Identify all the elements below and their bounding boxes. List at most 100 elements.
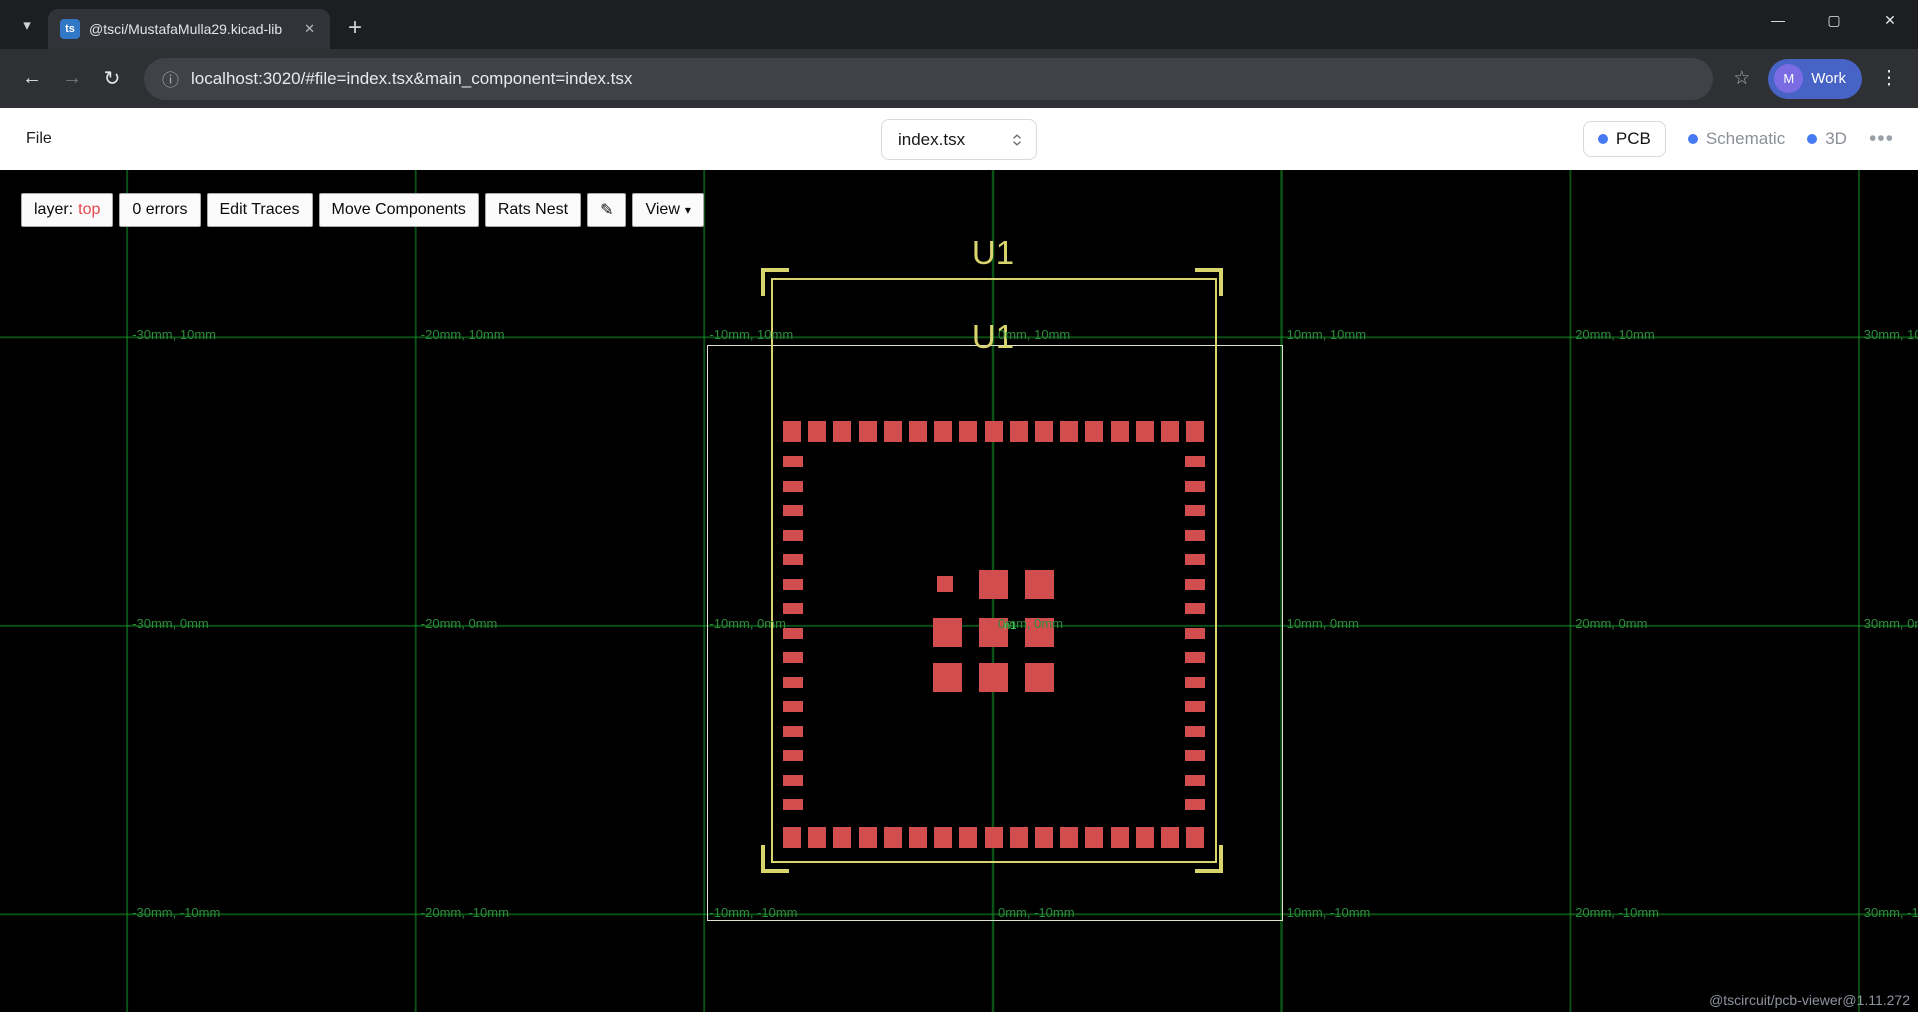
pcb-pad[interactable] bbox=[933, 618, 962, 647]
pcb-pad[interactable] bbox=[1185, 628, 1205, 639]
browser-menu-icon[interactable]: ⋮ bbox=[1874, 67, 1904, 90]
pcb-pad[interactable] bbox=[1186, 827, 1204, 848]
pcb-pad[interactable] bbox=[783, 652, 803, 663]
pcb-pad[interactable] bbox=[1161, 421, 1179, 442]
pcb-pad[interactable] bbox=[783, 750, 803, 761]
pcb-pad[interactable] bbox=[783, 421, 801, 442]
pcb-pad[interactable] bbox=[833, 421, 851, 442]
edit-traces-button[interactable]: Edit Traces bbox=[207, 193, 313, 227]
file-menu[interactable]: File bbox=[26, 130, 52, 148]
site-info-icon[interactable]: ⓘ bbox=[162, 66, 179, 91]
address-bar[interactable]: ⓘ localhost:3020/#file=index.tsx&main_co… bbox=[144, 58, 1713, 100]
pcb-pad[interactable] bbox=[1161, 827, 1179, 848]
back-button[interactable]: ← bbox=[14, 61, 50, 97]
close-button[interactable]: ✕ bbox=[1862, 0, 1918, 40]
pcb-pad[interactable] bbox=[1185, 481, 1205, 492]
pcb-pad[interactable] bbox=[783, 775, 803, 786]
pcb-pad[interactable] bbox=[1185, 726, 1205, 737]
pcb-pad[interactable] bbox=[783, 603, 803, 614]
pcb-pad[interactable] bbox=[808, 827, 826, 848]
bookmark-star-icon[interactable]: ☆ bbox=[1733, 67, 1750, 90]
pcb-pad[interactable] bbox=[783, 677, 803, 688]
pcb-pad[interactable] bbox=[1136, 827, 1154, 848]
minimize-button[interactable]: — bbox=[1750, 0, 1806, 40]
more-options-button[interactable]: ••• bbox=[1869, 127, 1894, 151]
pcb-pad[interactable] bbox=[1185, 456, 1205, 467]
pcb-pad[interactable] bbox=[833, 827, 851, 848]
pcb-pad[interactable] bbox=[783, 799, 803, 810]
pcb-pad[interactable] bbox=[808, 421, 826, 442]
pcb-pad[interactable] bbox=[1186, 421, 1204, 442]
browser-tab[interactable]: ts @tsci/MustafaMulla29.kicad-lib ✕ bbox=[48, 9, 330, 49]
pcb-pad[interactable] bbox=[1025, 663, 1054, 692]
pcb-pad[interactable] bbox=[979, 663, 1008, 692]
pcb-pad[interactable] bbox=[783, 554, 803, 565]
pcb-pad[interactable] bbox=[933, 663, 962, 692]
pcb-pad[interactable] bbox=[1185, 677, 1205, 688]
pcb-pad[interactable] bbox=[783, 530, 803, 541]
pcb-pad[interactable] bbox=[1185, 530, 1205, 541]
pcb-pad[interactable] bbox=[783, 481, 803, 492]
pcb-pad[interactable] bbox=[859, 827, 877, 848]
pcb-pad[interactable] bbox=[1035, 827, 1053, 848]
pcb-pad[interactable] bbox=[1111, 827, 1129, 848]
pcb-pad[interactable] bbox=[783, 505, 803, 516]
pcb-pad[interactable] bbox=[1085, 421, 1103, 442]
reload-button[interactable]: ↻ bbox=[94, 61, 130, 97]
pcb-pad[interactable] bbox=[1185, 554, 1205, 565]
pcb-pad[interactable] bbox=[1185, 603, 1205, 614]
pcb-pad[interactable] bbox=[937, 576, 953, 592]
tab-pcb[interactable]: PCB bbox=[1583, 121, 1666, 157]
pcb-pad[interactable] bbox=[979, 570, 1008, 599]
pcb-pad[interactable] bbox=[1185, 701, 1205, 712]
component-select[interactable]: index.tsx bbox=[881, 119, 1037, 160]
new-tab-button[interactable]: + bbox=[338, 11, 372, 45]
pcb-pad[interactable] bbox=[1025, 570, 1054, 599]
pcb-pad[interactable] bbox=[985, 827, 1003, 848]
pcb-pad[interactable] bbox=[959, 421, 977, 442]
pcb-pad[interactable] bbox=[859, 421, 877, 442]
pcb-pad[interactable] bbox=[1136, 421, 1154, 442]
pcb-viewer-canvas[interactable]: layer: top 0 errors Edit Traces Move Com… bbox=[0, 170, 1918, 1012]
pcb-pad[interactable] bbox=[909, 827, 927, 848]
pcb-pad[interactable] bbox=[1185, 750, 1205, 761]
tab-close-button[interactable]: ✕ bbox=[299, 19, 320, 39]
errors-button[interactable]: 0 errors bbox=[119, 193, 200, 227]
pcb-pad[interactable] bbox=[783, 456, 803, 467]
tab-search-button[interactable]: ▾ bbox=[10, 8, 44, 42]
pcb-pad[interactable] bbox=[783, 827, 801, 848]
forward-button[interactable]: → bbox=[54, 61, 90, 97]
pcb-pad[interactable] bbox=[1060, 421, 1078, 442]
pcb-pad[interactable] bbox=[1010, 421, 1028, 442]
pcb-pad[interactable] bbox=[783, 701, 803, 712]
pcb-pad[interactable] bbox=[1185, 505, 1205, 516]
pcb-pad[interactable] bbox=[985, 421, 1003, 442]
move-components-button[interactable]: Move Components bbox=[319, 193, 479, 227]
pcb-pad[interactable] bbox=[783, 579, 803, 590]
pcb-pad[interactable] bbox=[1185, 775, 1205, 786]
pcb-pad[interactable] bbox=[884, 421, 902, 442]
pcb-pad[interactable] bbox=[934, 421, 952, 442]
tab-schematic[interactable]: Schematic bbox=[1688, 129, 1785, 149]
pcb-pad[interactable] bbox=[783, 726, 803, 737]
view-menu-button[interactable]: View ▾ bbox=[632, 193, 703, 227]
pcb-pad[interactable] bbox=[1185, 579, 1205, 590]
pcb-pad[interactable] bbox=[1060, 827, 1078, 848]
pcb-pad[interactable] bbox=[1010, 827, 1028, 848]
tab-3d[interactable]: 3D bbox=[1807, 129, 1847, 149]
maximize-button[interactable]: ▢ bbox=[1806, 0, 1862, 40]
url-text[interactable]: localhost:3020/#file=index.tsx&main_comp… bbox=[191, 69, 632, 89]
profile-button[interactable]: M Work bbox=[1768, 59, 1862, 99]
pcb-pad[interactable] bbox=[934, 827, 952, 848]
pcb-pad[interactable] bbox=[1111, 421, 1129, 442]
pcb-pad[interactable] bbox=[1085, 827, 1103, 848]
pcb-pad[interactable] bbox=[1185, 652, 1205, 663]
pcb-pad[interactable] bbox=[1035, 421, 1053, 442]
layer-button[interactable]: layer: top bbox=[21, 193, 113, 227]
pcb-pad[interactable] bbox=[959, 827, 977, 848]
pcb-pad[interactable] bbox=[909, 421, 927, 442]
rats-nest-button[interactable]: Rats Nest bbox=[485, 193, 581, 227]
pcb-pad[interactable] bbox=[1185, 799, 1205, 810]
pcb-pad[interactable] bbox=[783, 628, 803, 639]
pcb-pad[interactable] bbox=[884, 827, 902, 848]
